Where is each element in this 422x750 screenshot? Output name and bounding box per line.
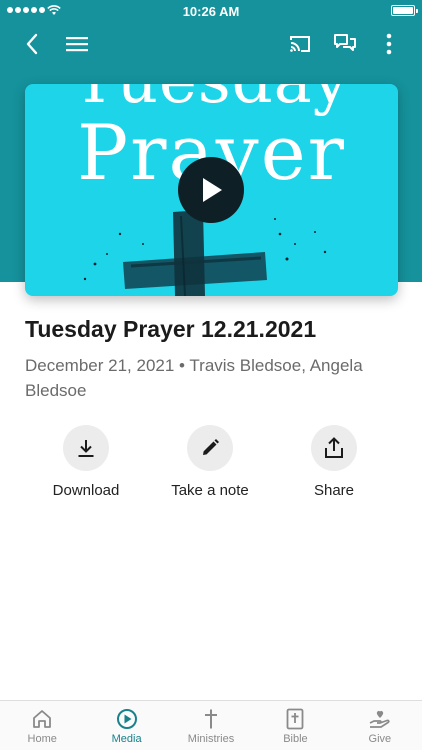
media-artwork[interactable]: Tuesday Prayer [25,84,398,296]
download-label: Download [52,482,120,499]
take-a-note-button[interactable]: Take a note [155,425,265,499]
cast-button[interactable] [285,30,315,58]
cross-icon [205,709,218,729]
more-vertical-icon [386,33,392,55]
download-button[interactable]: Download [31,425,141,499]
play-button[interactable] [178,157,244,223]
take-a-note-circle[interactable] [187,425,233,471]
hamburger-icon [66,37,88,52]
download-icon [78,440,94,457]
more-options-button[interactable] [376,30,402,58]
chevron-left-icon [26,33,38,55]
tab-bible[interactable]: Bible [253,701,337,750]
share-icon [325,437,343,458]
tab-give-label: Give [368,733,392,745]
cast-icon [290,36,310,52]
tab-give[interactable]: Give [338,701,422,750]
media-title: Tuesday Prayer 12.21.2021 [25,316,317,342]
status-time: 10:26 AM [182,4,240,19]
share-circle[interactable] [311,425,357,471]
tab-media[interactable]: Media [84,701,168,750]
home-icon [33,710,52,728]
tab-home-label: Home [27,733,57,745]
play-circle-icon [116,709,137,729]
give-heart-icon [369,710,390,728]
back-button[interactable] [18,30,46,58]
tab-ministries-label: Ministries [187,733,235,745]
tab-bible-label: Bible [283,733,308,745]
download-circle[interactable] [63,425,109,471]
tab-ministries[interactable]: Ministries [169,701,253,750]
battery-icon [391,5,418,16]
share-button[interactable]: Share [279,425,389,499]
chat-button[interactable] [330,30,360,58]
share-label: Share [313,482,355,499]
bottom-tab-bar: Home Media Ministries Bible Give [0,700,422,750]
status-bar: 10:26 AM [0,0,422,22]
media-meta: December 21, 2021 • Travis Bledsoe, Ange… [25,356,363,400]
play-icon [203,178,222,202]
chat-bubbles-icon [334,34,356,51]
tab-media-label: Media [111,733,142,745]
bible-icon [287,708,304,730]
tab-home[interactable]: Home [0,701,84,750]
take-a-note-label: Take a note [171,482,249,499]
pencil-icon [203,439,219,455]
menu-button[interactable] [62,30,92,58]
